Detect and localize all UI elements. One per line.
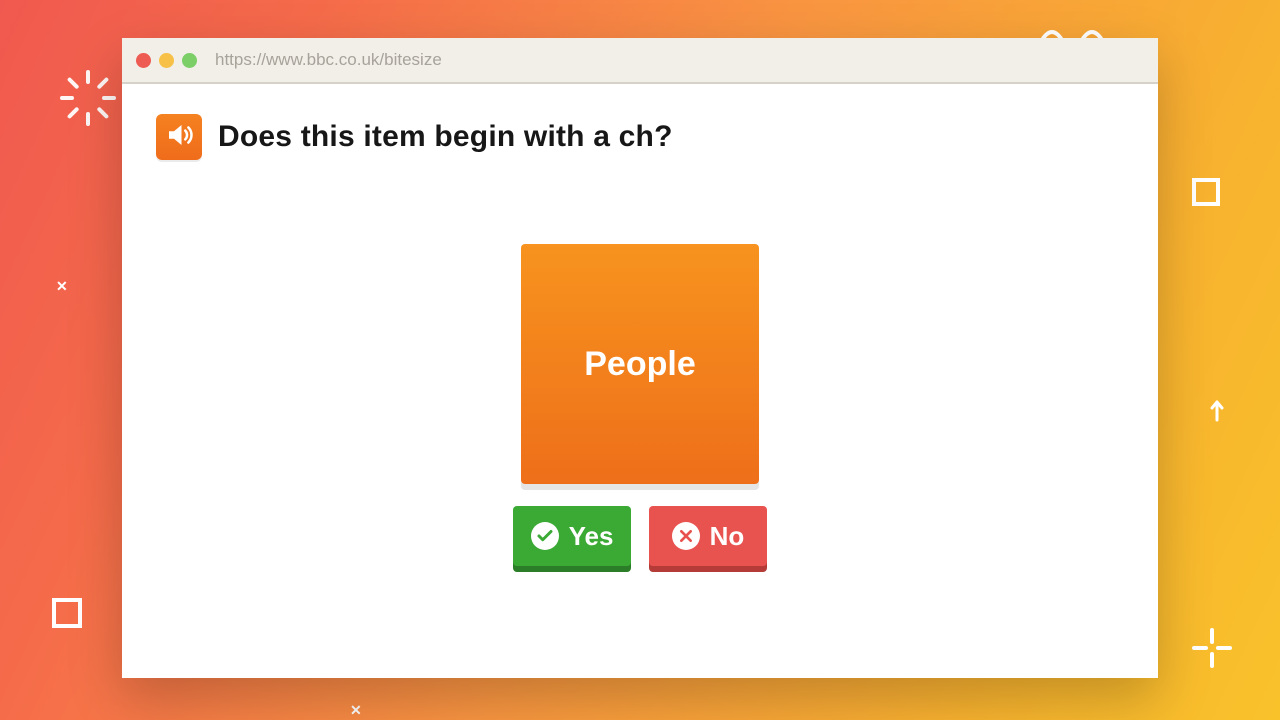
item-card: People [521, 244, 759, 484]
square-decoration-top [1192, 178, 1220, 206]
check-circle-icon [531, 522, 559, 550]
crosshair-decoration [1192, 628, 1232, 668]
arrow-up-decoration [1210, 400, 1220, 422]
x-circle-icon [672, 522, 700, 550]
no-button-label: No [710, 521, 745, 552]
quiz-content: Does this item begin with a ch? People Y… [122, 84, 1158, 678]
item-card-label: People [584, 345, 695, 384]
yes-button-label: Yes [569, 521, 614, 552]
question-row: Does this item begin with a ch? [156, 114, 1124, 160]
square-decoration-bottom [52, 598, 82, 628]
no-button[interactable]: No [649, 506, 767, 566]
audio-play-button[interactable] [156, 114, 202, 160]
yes-button[interactable]: Yes [513, 506, 631, 566]
window-close-dot[interactable] [136, 53, 151, 68]
window-minimize-dot[interactable] [159, 53, 174, 68]
address-bar-url: https://www.bbc.co.uk/bitesize [215, 50, 442, 70]
question-text: Does this item begin with a ch? [218, 120, 673, 154]
window-zoom-dot[interactable] [182, 53, 197, 68]
x-decoration-bottom: ✕ [350, 702, 362, 719]
browser-titlebar: https://www.bbc.co.uk/bitesize [122, 38, 1158, 82]
answer-buttons: Yes No [513, 506, 767, 566]
x-decoration-left: ✕ [56, 278, 68, 295]
browser-window: https://www.bbc.co.uk/bitesize Does this… [122, 38, 1158, 678]
background: ✕ ✕ https://www.bbc.co.uk/bitesize Does … [0, 0, 1280, 720]
card-area: People Yes No [122, 244, 1158, 566]
spinner-decoration [60, 70, 116, 126]
speaker-icon [164, 120, 194, 155]
